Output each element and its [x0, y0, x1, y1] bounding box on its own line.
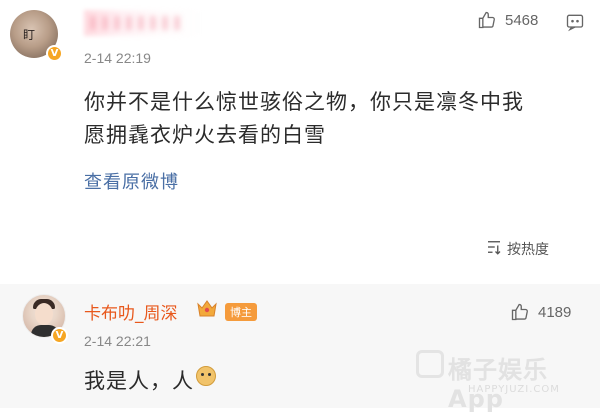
like-count: 4189	[538, 303, 572, 321]
like-count: 5468	[505, 11, 539, 29]
sort-label: 按热度	[507, 242, 549, 258]
comment-time: 2-14 22:21	[84, 333, 151, 349]
username[interactable]: 卡布叻_周深	[84, 299, 178, 324]
thumbs-up-icon	[510, 302, 530, 322]
comment-text: 你并不是什么惊世骇俗之物，你只是凛冬中我 愿拥毳衣炉火去看的白雪	[84, 86, 584, 152]
watermark-text: 橘子娱乐App	[448, 356, 548, 413]
comment-icon[interactable]	[565, 12, 585, 36]
view-original-link[interactable]: 查看原微博	[84, 168, 179, 194]
crown-icon	[196, 298, 218, 318]
thumbs-up-icon	[477, 10, 497, 30]
sort-by-hot-button[interactable]: 按热度	[485, 238, 549, 260]
verified-badge-icon: V	[46, 45, 63, 62]
verified-badge-icon: V	[51, 327, 68, 344]
avatar-text: 盯	[23, 28, 36, 42]
doge-emoji-icon	[196, 366, 216, 386]
sort-icon	[485, 238, 503, 260]
comment-text-line: 愿拥毳衣炉火去看的白雪	[84, 123, 326, 147]
host-badge: 博主	[225, 303, 257, 321]
watermark-logo-icon	[416, 350, 444, 378]
like-button[interactable]: 5468	[477, 10, 538, 30]
watermark-url: HAPPYJUZI.COM	[468, 384, 560, 395]
comment-time: 2-14 22:19	[84, 50, 151, 66]
username-blurred[interactable]	[84, 10, 204, 36]
comment-text-line: 你并不是什么惊世骇俗之物，你只是凛冬中我	[84, 90, 524, 114]
comment-text: 我是人，人	[84, 369, 194, 393]
like-button[interactable]: 4189	[510, 302, 571, 322]
